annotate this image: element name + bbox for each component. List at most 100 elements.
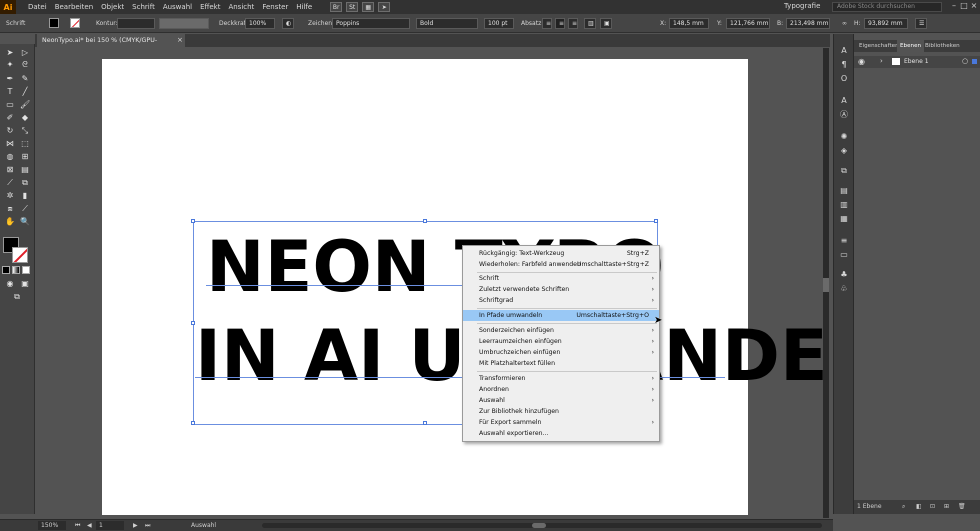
none-mode-icon[interactable] xyxy=(22,266,30,274)
hand-tool-icon[interactable]: ✋ xyxy=(5,217,15,227)
menu-objekt[interactable]: Objekt xyxy=(97,3,128,11)
menu-auswahl[interactable]: Auswahl xyxy=(159,3,196,11)
resize-handle[interactable] xyxy=(191,219,195,223)
pathfinder-panel-icon[interactable]: ▥ xyxy=(839,200,849,210)
align-left-icon[interactable]: ≡ xyxy=(542,18,552,29)
make-clipping-mask-icon[interactable]: ◧ xyxy=(916,500,922,514)
arrange-documents-icon[interactable]: ▦ xyxy=(362,2,375,12)
menu-collect-export[interactable]: Für Export sammeln › xyxy=(463,417,659,428)
type-tool-icon[interactable]: T xyxy=(5,87,15,97)
close-window-icon[interactable]: × xyxy=(970,2,978,10)
opentype-panel-icon[interactable]: O xyxy=(839,74,849,84)
align-objects-icon[interactable]: ▥ xyxy=(584,18,596,29)
visibility-eye-icon[interactable]: ◉ xyxy=(858,57,865,66)
properties-panel-icon[interactable]: A xyxy=(839,46,849,56)
resize-handle[interactable] xyxy=(423,421,427,425)
previous-artboard-icon[interactable]: ◀ xyxy=(84,521,92,530)
gpu-performance-icon[interactable]: ➤ xyxy=(378,2,391,12)
resize-handle[interactable] xyxy=(423,219,427,223)
menu-fill-placeholder[interactable]: Mit Platzhaltertext füllen xyxy=(463,358,659,369)
x-position-field[interactable]: 148,5 mm xyxy=(669,18,709,29)
brushes-panel-icon[interactable]: ♧ xyxy=(839,284,849,294)
delete-layer-icon[interactable]: 🗑 xyxy=(958,500,966,514)
blend-tool-icon[interactable]: ⧉ xyxy=(20,178,30,188)
menu-hilfe[interactable]: Hilfe xyxy=(292,3,316,11)
transform-icon[interactable]: ▣ xyxy=(600,18,612,29)
horizontal-scrollbar[interactable] xyxy=(262,523,822,528)
next-artboard-icon[interactable]: ▶ xyxy=(130,521,138,530)
stock-search-input[interactable]: Adobe Stock durchsuchen xyxy=(832,2,942,12)
paragraph-panel-icon[interactable]: ¶ xyxy=(839,60,849,70)
gradient-mode-icon[interactable] xyxy=(12,266,20,274)
font-size-field[interactable]: 100 pt xyxy=(484,18,514,29)
menu-bearbeiten[interactable]: Bearbeiten xyxy=(51,3,97,11)
column-graph-icon[interactable]: ▮ xyxy=(20,191,30,201)
align-right-icon[interactable]: ≡ xyxy=(568,18,578,29)
current-tool-status[interactable]: Auswahl xyxy=(188,521,216,530)
edit-toolbar-icon[interactable]: ⧉ xyxy=(12,292,22,302)
scrollbar-thumb[interactable] xyxy=(823,278,829,292)
color-mode-icon[interactable] xyxy=(2,266,10,274)
character-styles-icon[interactable]: A xyxy=(839,96,849,106)
zoom-tool-icon[interactable]: 🔍 xyxy=(20,217,30,227)
perspective-grid-icon[interactable]: ⊞ xyxy=(20,152,30,162)
selection-tool-icon[interactable]: ➤ xyxy=(5,48,15,58)
free-transform-icon[interactable]: ⬚ xyxy=(20,139,30,149)
document-tab[interactable]: NeonTypo.ai* bei 150 % (CMYK/GPU-Vorscha… xyxy=(37,34,185,57)
menu-export-selection[interactable]: Auswahl exportieren... xyxy=(463,428,659,439)
stroke-none-swatch[interactable] xyxy=(70,18,80,28)
glyphs-panel-icon[interactable]: Ⓐ xyxy=(839,110,849,120)
lasso-icon[interactable]: ᘓ xyxy=(20,60,30,70)
menu-insert-break[interactable]: Umbruchzeichen einfügen › xyxy=(463,347,659,358)
align-center-icon[interactable]: ≡ xyxy=(555,18,565,29)
menu-create-outlines[interactable]: In Pfade umwandeln Umschalttaste+Strg+O xyxy=(463,310,659,321)
menu-add-to-library[interactable]: Zur Bibliothek hinzufügen xyxy=(463,406,659,417)
transform-panel-icon[interactable]: ▦ xyxy=(839,214,849,224)
menu-insert-special-char[interactable]: Sonderzeichen einfügen › xyxy=(463,325,659,336)
drawing-mode-icon[interactable]: ◉ xyxy=(5,279,15,289)
close-tab-icon[interactable]: × xyxy=(177,34,183,47)
variable-width-profile[interactable] xyxy=(159,18,209,29)
height-field[interactable]: 93,892 mm xyxy=(864,18,908,29)
artboard-number-field[interactable]: 1 xyxy=(96,521,124,530)
stock-button[interactable]: St xyxy=(346,2,359,12)
menu-undo[interactable]: Rückgängig: Text-Werkzeug Strg+Z xyxy=(463,248,659,259)
maximize-icon[interactable]: □ xyxy=(960,2,968,10)
gradient-tool-icon[interactable]: ▤ xyxy=(20,165,30,175)
mesh-tool-icon[interactable]: ⊠ xyxy=(5,165,15,175)
menu-font-size[interactable]: Schriftgrad › xyxy=(463,295,659,306)
absatz-label[interactable]: Absatz: xyxy=(521,20,543,27)
magic-wand-icon[interactable]: ✦ xyxy=(5,60,15,70)
menu-schrift[interactable]: Schrift xyxy=(128,3,159,11)
line-tool-icon[interactable]: ╱ xyxy=(20,87,30,97)
y-position-field[interactable]: 121,766 mm xyxy=(726,18,770,29)
stroke-panel-icon[interactable]: ≡ xyxy=(839,236,849,246)
menu-schrift[interactable]: Schrift › xyxy=(463,273,659,284)
menu-redo[interactable]: Wiederholen: Farbfeld anwenden Umschaltt… xyxy=(463,259,659,270)
zoom-field[interactable]: 150% xyxy=(38,521,66,530)
resize-handle[interactable] xyxy=(191,321,195,325)
menu-effekt[interactable]: Effekt xyxy=(196,3,224,11)
tab-bibliotheken[interactable]: Bibliotheken xyxy=(922,40,963,52)
menu-datei[interactable]: Datei xyxy=(24,3,51,11)
layer-name[interactable]: Ebene 1 xyxy=(904,56,929,68)
symbol-sprayer-icon[interactable]: ✲ xyxy=(5,191,15,201)
menu-select[interactable]: Auswahl › xyxy=(463,395,659,406)
opacity-field[interactable]: 100% xyxy=(245,18,275,29)
symbols-panel-icon[interactable]: ♣ xyxy=(839,270,849,280)
fill-color-swatch[interactable] xyxy=(49,18,59,28)
zeichen-label[interactable]: Zeichen: xyxy=(308,20,334,27)
rotate-tool-icon[interactable]: ↻ xyxy=(5,126,15,136)
resize-handle[interactable] xyxy=(654,219,658,223)
tab-ebenen[interactable]: Ebenen xyxy=(897,40,925,52)
pen-tool-icon[interactable]: ✒ xyxy=(5,74,15,84)
layer-row[interactable]: ◉ › Ebene 1 ○ xyxy=(854,56,980,68)
menu-recent-fonts[interactable]: Zuletzt verwendete Schriften › xyxy=(463,284,659,295)
recolor-icon[interactable]: ◐ xyxy=(282,18,294,29)
tab-eigenschaften[interactable]: Eigenschaften xyxy=(856,40,902,52)
layers-panel-icon[interactable]: ⧉ xyxy=(839,166,849,176)
shape-builder-icon[interactable]: ◍ xyxy=(5,152,15,162)
minimize-icon[interactable]: – xyxy=(950,2,958,10)
canvas-area[interactable]: NEON TYPO IN AI UMWANDELN xyxy=(35,47,931,518)
eyedropper-icon[interactable]: ⟋ xyxy=(5,178,15,188)
